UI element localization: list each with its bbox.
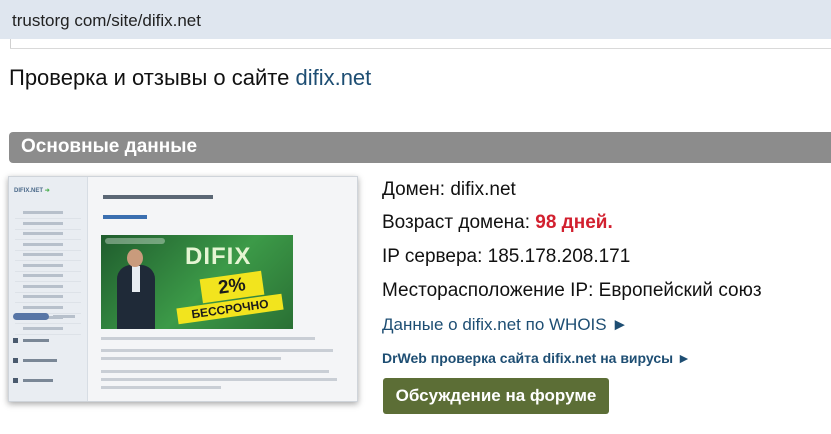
address-bar[interactable]: trustorg com/site/difix.net [0,0,831,39]
thumb-text-line [101,337,315,340]
thumb-text-line [101,378,337,381]
section-header: Основные данные [9,132,831,163]
thumb-text-line [101,370,329,373]
thumb-sidebar: DIFIX.NET ➜ [9,177,88,401]
section-title: Основные данные [21,136,198,157]
thumb-logo: DIFIX.NET ➜ [14,188,50,194]
ip-location-value: Европейский союз [598,280,762,301]
thumb-link [53,315,75,318]
thumb-button [13,313,49,320]
server-ip-value: 185.178.208.171 [487,246,631,267]
page-title-site[interactable]: difix.net [295,65,371,90]
thumb-heading [103,195,213,199]
thumb-text-line [101,349,333,352]
whois-link[interactable]: Данные о difix.net по WHOIS ► [382,315,628,335]
address-url: trustorg com/site/difix.net [12,11,201,30]
thumb-subheading [103,215,147,219]
thumb-person-image [117,249,155,329]
thumb-banner-logo: DIFIX [185,243,252,270]
forum-discussion-button[interactable]: Обсуждение на форуме [383,378,609,414]
drweb-link[interactable]: DrWeb проверка сайта difix.net на вирусы… [382,350,691,366]
site-screenshot[interactable]: DIFIX.NET ➜ DIFIX 2% БЕССРОЧНО [8,176,358,402]
info-domain-age: Возраст домена: 98 дней. [382,212,613,234]
server-ip-label: IP сервера: [382,246,483,267]
divider [10,48,831,49]
ip-location-label: Месторасположение IP: [382,280,594,301]
thumb-text-line [101,386,221,389]
info-domain: Домен: difix.net [382,179,516,201]
info-ip-location: Месторасположение IP: Европейский союз [382,280,762,302]
thumb-stat [13,358,73,365]
info-server-ip: IP сервера: 185.178.208.171 [382,246,630,268]
domain-age-value: 98 дней. [535,212,613,233]
page-title: Проверка и отзывы о сайте difix.net [9,65,371,91]
thumb-text-line [101,357,281,360]
domain-value: difix.net [450,179,516,200]
page-title-prefix: Проверка и отзывы о сайте [9,65,296,90]
domain-age-label: Возраст домена: [382,212,530,233]
thumb-banner: DIFIX 2% БЕССРОЧНО [101,235,293,329]
thumb-stat [13,378,73,385]
thumb-stat [13,338,73,345]
domain-label: Домен: [382,179,446,200]
